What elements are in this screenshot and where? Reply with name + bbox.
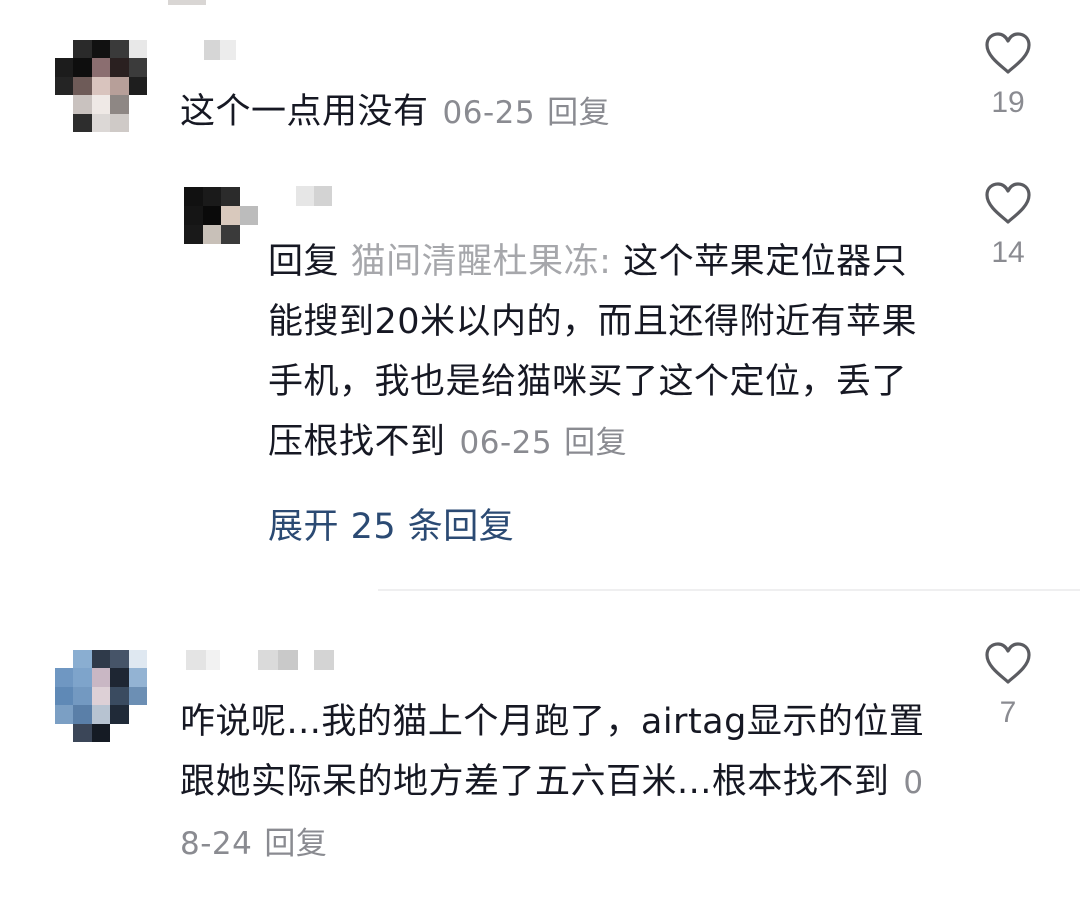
previous-item-edge	[168, 0, 206, 5]
comment-body: 咋说呢...我的猫上个月跑了，airtag显示的位置跟她实际呆的地方差了五六百米…	[180, 692, 940, 874]
avatar[interactable]	[184, 187, 258, 244]
comment-body: 这个一点用没有 06-25 回复	[180, 82, 660, 143]
reply-target-user[interactable]: 猫间清醒杜果冻:	[351, 242, 612, 282]
username-redacted[interactable]	[186, 650, 334, 670]
comment-text: 这个一点用没有	[180, 92, 429, 132]
divider	[378, 589, 1080, 591]
username-redacted[interactable]	[186, 40, 236, 60]
comment-body: 回复 猫间清醒杜果冻: 这个苹果定位器只能搜到20米以内的，而且还得附近有苹果手…	[268, 232, 928, 473]
avatar[interactable]	[55, 40, 147, 132]
reply-button[interactable]: 回复	[564, 425, 627, 461]
username-redacted[interactable]	[296, 186, 332, 206]
like-button[interactable]: 14	[978, 180, 1038, 270]
like-button[interactable]: 7	[978, 640, 1038, 730]
comment-text: 咋说呢...我的猫上个月跑了，airtag显示的位置跟她实际呆的地方差了五六百米…	[180, 702, 925, 802]
expand-replies-link[interactable]: 展开 25 条回复	[268, 498, 514, 549]
heart-outline-icon	[985, 182, 1031, 224]
like-count: 14	[991, 236, 1025, 269]
like-button[interactable]: 19	[978, 30, 1038, 120]
reply-prefix: 回复	[268, 242, 340, 282]
like-count: 19	[991, 86, 1025, 119]
comment-date: 06-25	[459, 425, 553, 461]
comment-date: 06-25	[442, 95, 536, 131]
heart-outline-icon	[985, 32, 1031, 74]
reply-button[interactable]: 回复	[547, 95, 610, 131]
heart-outline-icon	[985, 642, 1031, 684]
reply-button[interactable]: 回复	[264, 826, 327, 862]
like-count: 7	[999, 696, 1017, 729]
avatar[interactable]	[55, 650, 147, 742]
